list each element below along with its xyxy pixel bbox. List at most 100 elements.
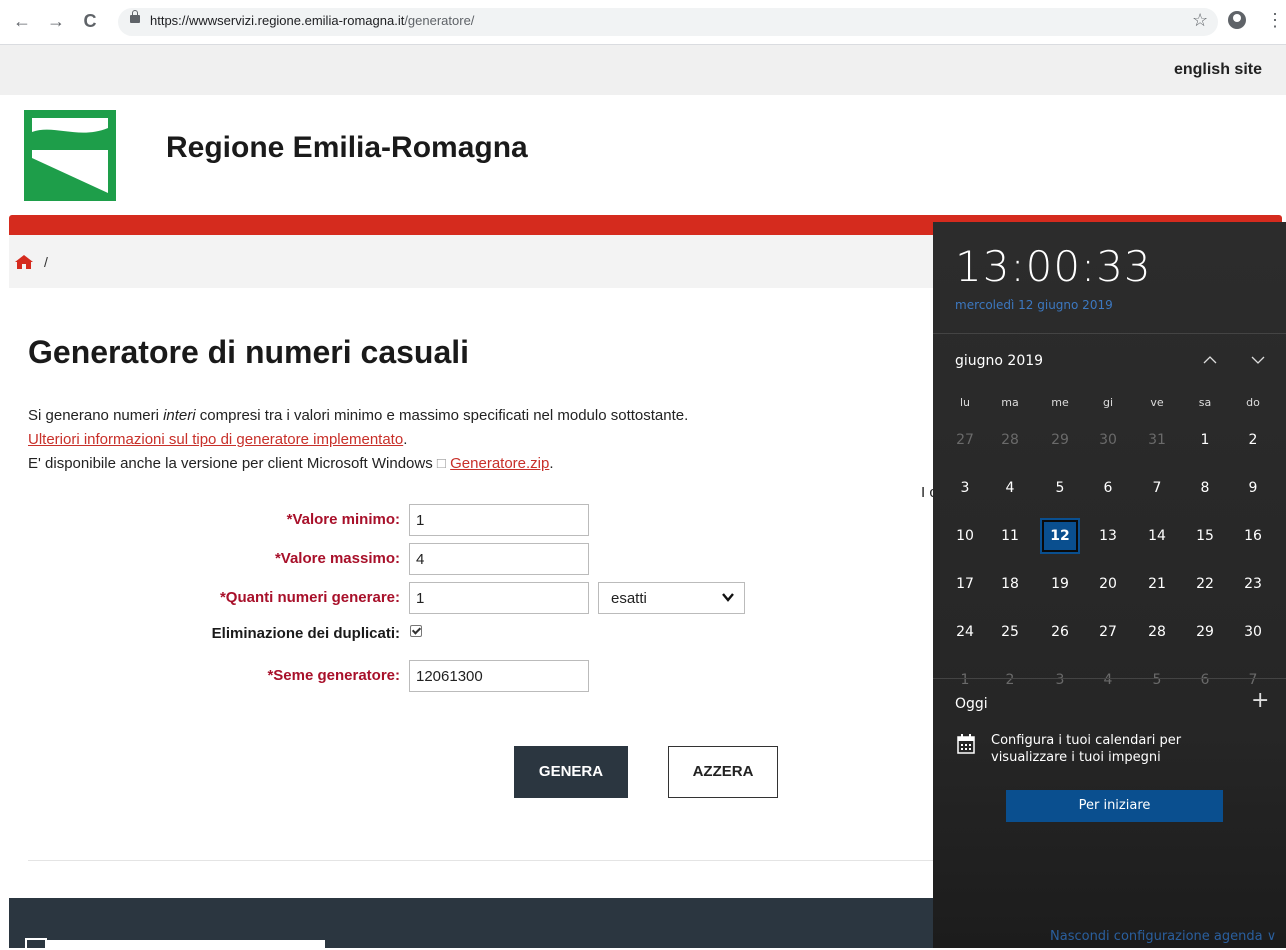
menu-dots-icon[interactable]: ⋮	[1266, 10, 1284, 31]
intro-part: compresi tra i valori minimo e massimo s…	[195, 407, 689, 424]
seed-input[interactable]	[409, 660, 589, 692]
calendar-day[interactable]: 21	[1137, 566, 1177, 602]
calendar-day[interactable]: 25	[990, 614, 1030, 650]
site-title[interactable]: Regione Emilia-Romagna	[166, 131, 528, 165]
calendar-day[interactable]: 11	[990, 518, 1030, 554]
calendar-day[interactable]: 10	[945, 518, 985, 554]
seed-row: *Seme generatore:	[0, 660, 900, 692]
browser-toolbar: ← → C https://wwwservizi.regione.emilia-…	[0, 0, 1286, 45]
dedupe-row: Eliminazione dei duplicati:	[0, 621, 900, 653]
calendar-day[interactable]: 28	[990, 422, 1030, 458]
weekday-do: do	[1246, 396, 1260, 409]
calendar-day[interactable]: 8	[1185, 470, 1225, 506]
calendar-day[interactable]: 30	[1088, 422, 1128, 458]
zip-download-link[interactable]: Generatore.zip	[450, 455, 549, 472]
flyout-divider	[933, 678, 1286, 679]
calendar-day[interactable]: 22	[1185, 566, 1225, 602]
calendar-day[interactable]: 13	[1088, 518, 1128, 554]
weekday-ma: ma	[1001, 396, 1019, 409]
back-arrow-icon[interactable]: ←	[10, 9, 34, 33]
calendar-day[interactable]: 24	[945, 614, 985, 650]
footer-logo-bar	[47, 940, 325, 948]
min-input[interactable]	[409, 504, 589, 536]
calendar-day[interactable]: 9	[1233, 470, 1273, 506]
calendar-day[interactable]: 18	[990, 566, 1030, 602]
calendar-day[interactable]: 6	[1185, 662, 1225, 698]
long-date-link[interactable]: mercoledì 12 giugno 2019	[955, 298, 1113, 312]
count-input[interactable]	[409, 582, 589, 614]
info-link[interactable]: Ulteriori informazioni sul tipo di gener…	[28, 431, 403, 448]
calendar-day[interactable]: 28	[1137, 614, 1177, 650]
count-mode-value: esatti	[611, 590, 647, 607]
calendar-config-text: Configura i tuoi calendari per visualizz…	[991, 733, 1182, 765]
reload-icon[interactable]: C	[78, 9, 102, 33]
today-heading: Oggi	[955, 696, 988, 712]
calendar-day[interactable]: 4	[990, 470, 1030, 506]
count-mode-select[interactable]: esatti	[598, 582, 745, 614]
download-icon: □	[436, 455, 446, 472]
account-icon[interactable]	[1228, 11, 1246, 29]
weekday-sa: sa	[1198, 396, 1212, 409]
breadcrumb-separator: /	[44, 254, 48, 270]
calendar-day[interactable]: 5	[1137, 662, 1177, 698]
intro-line-3: E' disponibile anche la versione per cli…	[28, 452, 688, 476]
calendar-day[interactable]: 31	[1137, 422, 1177, 458]
regione-logo[interactable]	[24, 110, 116, 201]
calendar-day[interactable]: 30	[1233, 614, 1273, 650]
bookmark-star-icon[interactable]: ☆	[1192, 10, 1208, 31]
weekday-ve: ve	[1150, 396, 1164, 409]
weekday-gi: gi	[1102, 396, 1114, 409]
calendar-day[interactable]: 26	[1040, 614, 1080, 650]
windows-text: E' disponibile anche la versione per cli…	[28, 455, 433, 472]
flyout-divider	[933, 333, 1286, 334]
site-header: Regione Emilia-Romagna	[0, 95, 1286, 215]
calendar-flyout: 13:00:33 mercoledì 12 giugno 2019 giugno…	[933, 222, 1286, 948]
calendar-day[interactable]: 5	[1040, 470, 1080, 506]
calendar-day[interactable]: 27	[1088, 614, 1128, 650]
url-path: /generatore/	[404, 13, 475, 28]
calendar-day[interactable]: 7	[1137, 470, 1177, 506]
calendar-day[interactable]: 16	[1233, 518, 1273, 554]
calendar-day[interactable]: 3	[945, 470, 985, 506]
calendar-day[interactable]: 17	[945, 566, 985, 602]
intro-part: .	[403, 431, 408, 448]
calendar-day[interactable]: 4	[1088, 662, 1128, 698]
address-bar[interactable]: https://wwwservizi.regione.emilia-romagn…	[118, 8, 1218, 36]
english-site-link[interactable]: english site	[1174, 61, 1262, 79]
calendar-day[interactable]: 29	[1185, 614, 1225, 650]
chevron-down-icon[interactable]	[1251, 353, 1265, 367]
azzera-button[interactable]: AZZERA	[668, 746, 778, 798]
forward-arrow-icon[interactable]: →	[44, 9, 68, 33]
genera-button[interactable]: GENERA	[514, 746, 628, 798]
home-icon[interactable]	[15, 255, 33, 269]
calendar-day-today[interactable]: 12	[1040, 518, 1080, 554]
calendar-day[interactable]: 1	[1185, 422, 1225, 458]
max-label: *Valore massimo:	[274, 550, 400, 567]
calendar-day[interactable]: 27	[945, 422, 985, 458]
min-label: *Valore minimo:	[286, 511, 400, 528]
intro-part: Si generano numeri	[28, 407, 164, 424]
calendar-day[interactable]: 29	[1040, 422, 1080, 458]
calendar-day[interactable]: 20	[1088, 566, 1128, 602]
calendar-day[interactable]: 14	[1137, 518, 1177, 554]
calendar-day[interactable]: 2	[990, 662, 1030, 698]
chevron-up-icon[interactable]	[1203, 353, 1217, 367]
calendar-day[interactable]: 2	[1233, 422, 1273, 458]
calendar-day[interactable]: 6	[1088, 470, 1128, 506]
add-event-icon[interactable]: +	[1251, 688, 1269, 713]
calendar-day[interactable]: 3	[1040, 662, 1080, 698]
dedupe-checkbox[interactable]	[410, 625, 422, 637]
language-strip: english site	[0, 45, 1286, 95]
intro-emphasis: interi	[163, 407, 196, 424]
month-label[interactable]: giugno 2019	[955, 353, 1043, 369]
max-row: *Valore massimo:	[0, 543, 900, 575]
count-row: *Quanti numeri generare: esatti	[0, 582, 900, 614]
calendar-day[interactable]: 23	[1233, 566, 1273, 602]
max-input[interactable]	[409, 543, 589, 575]
calendar-day[interactable]: 19	[1040, 566, 1080, 602]
hide-agenda-link[interactable]: Nascondi configurazione agenda ∨	[1050, 929, 1276, 944]
calendar-day[interactable]: 1	[945, 662, 985, 698]
min-row: *Valore minimo:	[0, 504, 900, 536]
get-started-button[interactable]: Per iniziare	[1006, 790, 1223, 822]
calendar-day[interactable]: 15	[1185, 518, 1225, 554]
